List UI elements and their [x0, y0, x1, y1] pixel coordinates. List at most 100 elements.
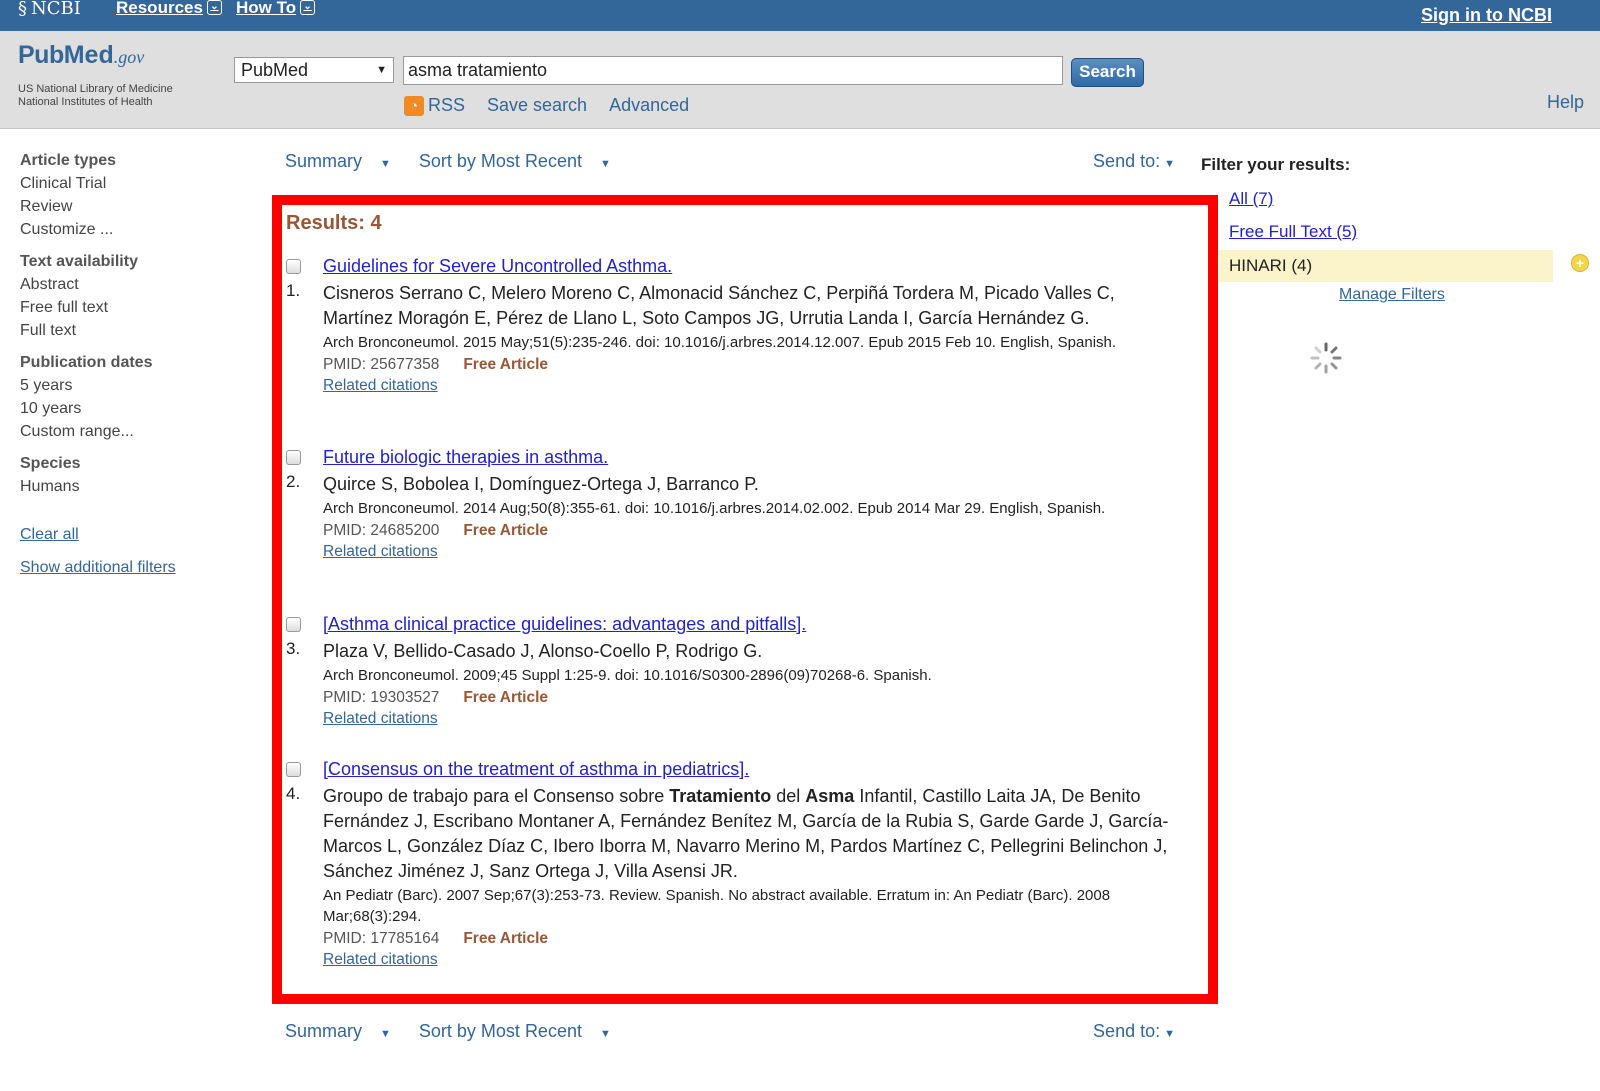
result-item-3: 3. [Asthma clinical practice guidelines:… — [286, 613, 1186, 729]
result-title-link[interactable]: Future biologic therapies in asthma. — [323, 446, 1186, 468]
free-article-badge: Free Article — [463, 356, 549, 373]
result-item-1: 1. Guidelines for Severe Uncontrolled As… — [286, 255, 1186, 396]
authors-text: del — [771, 786, 806, 806]
authors-text: Groupo de trabajo para el Consenso sobre — [323, 786, 670, 806]
result-authors: Cisneros Serrano C, Melero Moreno C, Alm… — [323, 283, 1115, 328]
filter-5-years[interactable]: 5 years — [20, 377, 220, 395]
filter-abstract[interactable]: Abstract — [20, 276, 220, 294]
chevron-down-icon: ⌄ — [300, 0, 316, 15]
result-item-2: 2. Future biologic therapies in asthma. … — [286, 446, 1186, 562]
chevron-down-icon: ▼ — [1164, 158, 1175, 170]
sign-in-link[interactable]: Sign in to NCBI — [1421, 5, 1552, 26]
result-authors: Plaza V, Bellido-Casado J, Alonso-Coello… — [323, 641, 763, 661]
text-availability-group: Text availability Abstract Free full tex… — [20, 253, 220, 340]
result-pmid: PMID: 25677358 — [323, 356, 440, 373]
database-select[interactable]: PubMed ▼ — [234, 57, 394, 83]
result-checkbox[interactable] — [286, 617, 301, 632]
related-citations-link[interactable]: Related citations — [323, 708, 1186, 729]
result-pmid: PMID: 19303527 — [323, 689, 440, 706]
manage-filters-link[interactable]: Manage Filters — [1339, 286, 1445, 304]
filter-all-link[interactable]: All (7) — [1229, 189, 1273, 209]
result-item-4: 4. [Consensus on the treatment of asthma… — [286, 758, 1186, 970]
result-checkbox[interactable] — [286, 450, 301, 465]
clear-all-link[interactable]: Clear all — [20, 526, 220, 544]
result-journal: Arch Bronconeumol. 2014 Aug;50(8):355-61… — [323, 500, 1106, 517]
send-to-label: Send to: — [1093, 151, 1161, 171]
result-pmid: PMID: 17785164 — [323, 930, 440, 947]
sort-dropdown[interactable]: Sort by Most Recent ▼ — [419, 1021, 625, 1042]
result-pmid: PMID: 24685200 — [323, 522, 440, 539]
result-title-link[interactable]: Guidelines for Severe Uncontrolled Asthm… — [323, 255, 1186, 277]
plus-circle-icon[interactable]: + — [1571, 254, 1589, 272]
chevron-down-icon: ⌄ — [206, 0, 222, 15]
search-input[interactable]: asma tratamiento — [403, 56, 1063, 85]
filter-humans[interactable]: Humans — [20, 478, 220, 496]
chevron-down-icon: ▼ — [1164, 1028, 1175, 1040]
filter-clinical-trial[interactable]: Clinical Trial — [20, 175, 220, 193]
show-additional-filters-link[interactable]: Show additional filters — [20, 559, 220, 577]
free-article-badge: Free Article — [463, 689, 549, 706]
subtitle-nih: National Institutes of Health — [18, 96, 153, 108]
save-search-link[interactable]: Save search — [487, 95, 587, 116]
free-article-badge: Free Article — [463, 522, 549, 539]
filter-customize[interactable]: Customize ... — [20, 221, 220, 239]
chevron-down-icon: ▼ — [380, 158, 391, 170]
chevron-down-icon: ▼ — [380, 1028, 391, 1040]
results-toolbar-top: Summary ▼ Sort by Most Recent ▼ Send to: ▼ — [285, 151, 1175, 173]
how-to-menu[interactable]: How To ⌄ — [236, 0, 316, 16]
authors-highlight: Asma — [805, 786, 855, 806]
send-to-label: Send to: — [1093, 1021, 1161, 1041]
result-title-link[interactable]: [Consensus on the treatment of asthma in… — [323, 758, 1186, 780]
publication-dates-group: Publication dates 5 years 10 years Custo… — [20, 354, 220, 441]
pubmed-logo[interactable]: PubMed.gov — [18, 41, 144, 70]
result-journal: Arch Bronconeumol. 2009;45 Suppl 1:25-9.… — [323, 667, 932, 684]
result-number: 4. — [286, 784, 301, 803]
filter-free-full-text[interactable]: Free full text — [20, 299, 220, 317]
rss-link[interactable]: RSS — [428, 95, 465, 116]
filter-10-years[interactable]: 10 years — [20, 400, 220, 418]
filter-custom-range[interactable]: Custom range... — [20, 423, 220, 441]
text-availability-title: Text availability — [20, 253, 138, 270]
pubmed-header: PubMed.gov US National Library of Medici… — [0, 31, 1600, 129]
help-link[interactable]: Help — [1547, 92, 1584, 113]
advanced-link[interactable]: Advanced — [609, 95, 689, 116]
related-citations-link[interactable]: Related citations — [323, 541, 1186, 562]
resources-menu[interactable]: Resources ⌄ — [116, 0, 222, 16]
rss-icon[interactable]: ◔ — [404, 95, 424, 116]
sort-dropdown[interactable]: Sort by Most Recent ▼ — [419, 151, 625, 172]
filter-review[interactable]: Review — [20, 198, 220, 216]
ncbi-top-bar: § NCBI Resources ⌄ How To ⌄ Sign in to N… — [0, 0, 1600, 31]
publication-dates-title: Publication dates — [20, 354, 153, 371]
result-journal: Arch Bronconeumol. 2015 May;51(5):235-24… — [323, 334, 1117, 351]
related-citations-link[interactable]: Related citations — [323, 949, 1186, 970]
logo-gov: .gov — [113, 47, 145, 67]
search-button[interactable]: Search — [1071, 58, 1144, 87]
chevron-down-icon: ▼ — [376, 64, 387, 76]
results-toolbar-bottom: Summary ▼ Sort by Most Recent ▼ Send to: ▼ — [285, 1021, 1175, 1043]
summary-label: Summary — [285, 151, 363, 171]
spinner-icon — [1310, 342, 1342, 374]
result-pmid-row: PMID: 24685200 Free Article — [323, 520, 1186, 541]
ncbi-helix-icon: § — [18, 0, 27, 19]
summary-dropdown[interactable]: Summary ▼ — [285, 151, 405, 172]
filter-hinari-selected[interactable]: HINARI (4) — [1219, 250, 1553, 282]
summary-dropdown[interactable]: Summary ▼ — [285, 1021, 405, 1042]
filter-free-full-text-link[interactable]: Free Full Text (5) — [1229, 222, 1357, 242]
authors-highlight: Tratamiento — [669, 786, 772, 806]
ncbi-logo[interactable]: § NCBI — [18, 0, 81, 31]
result-checkbox[interactable] — [286, 259, 301, 274]
result-journal: An Pediatr (Barc). 2007 Sep;67(3):253-73… — [323, 887, 1111, 925]
result-pmid-row: PMID: 17785164 Free Article — [323, 928, 1186, 949]
related-citations-link[interactable]: Related citations — [323, 375, 1186, 396]
pubmed-logo-subtitle: US National Library of Medicine National… — [18, 83, 173, 109]
send-to-dropdown[interactable]: Send to: ▼ — [1093, 1021, 1175, 1042]
results-count: Results: 4 — [286, 212, 382, 234]
result-title-link[interactable]: [Asthma clinical practice guidelines: ad… — [323, 613, 1186, 635]
article-types-title: Article types — [20, 152, 117, 169]
result-number: 3. — [286, 639, 301, 658]
result-pmid-row: PMID: 25677358 Free Article — [323, 354, 1186, 375]
filter-sidebar: Article types Clinical Trial Review Cust… — [20, 152, 220, 577]
result-checkbox[interactable] — [286, 762, 301, 777]
send-to-dropdown[interactable]: Send to: ▼ — [1093, 151, 1175, 172]
filter-full-text[interactable]: Full text — [20, 322, 220, 340]
